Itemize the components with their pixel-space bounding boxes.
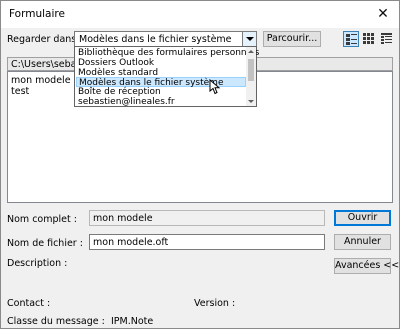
browse-button[interactable]: Parcourir... (263, 31, 321, 47)
description-label: Description : (7, 258, 68, 269)
message-class-value: IPM.Note (111, 316, 154, 327)
file-name-value: mon modele.oft (93, 237, 169, 248)
scroll-thumb[interactable] (248, 59, 254, 81)
file-name-field[interactable]: mon modele.oft (89, 234, 325, 250)
file-name-label: Nom de fichier : (7, 238, 83, 249)
title-bar: Formulaire ✕ (1, 1, 399, 28)
look-in-options-list[interactable]: Bibliothèque des formulaires personnels … (74, 46, 259, 107)
chevron-down-icon[interactable] (242, 32, 256, 46)
look-in-label: Regarder dans : (7, 34, 83, 45)
full-name-value: mon modele (93, 213, 153, 224)
mouse-pointer-icon (209, 79, 221, 95)
look-in-selected: Modèles dans le fichier système (79, 34, 232, 45)
list-item[interactable]: mon modele (11, 75, 71, 86)
full-name-label: Nom complet : (7, 214, 77, 225)
dropdown-option[interactable]: Bibliothèque des formulaires personnels (76, 48, 259, 58)
scroll-down-icon[interactable] (247, 97, 255, 105)
window-title: Formulaire (9, 8, 65, 20)
full-name-field: mon modele (89, 210, 325, 226)
advanced-button[interactable]: Avancées << (334, 258, 399, 274)
form-dialog: Formulaire ✕ Regarder dans : Modèles dan… (0, 0, 400, 329)
version-label: Version : (194, 298, 236, 309)
look-in-dropdown[interactable]: Modèles dans le fichier système (74, 31, 257, 47)
message-class-label: Classe du message : (7, 316, 105, 327)
large-icons-view-icon[interactable] (343, 31, 359, 47)
small-icons-view-icon[interactable] (361, 31, 377, 47)
dropdown-option[interactable]: Dossiers Outlook (76, 58, 246, 68)
dropdown-scrollbar[interactable] (246, 47, 256, 106)
dropdown-option[interactable]: sebastien@lineales.fr (76, 97, 246, 107)
list-item[interactable]: test (11, 86, 29, 97)
contact-label: Contact : (7, 298, 51, 309)
cancel-button[interactable]: Annuler (334, 234, 391, 250)
close-icon[interactable]: ✕ (373, 4, 393, 24)
open-button[interactable]: Ouvrir (334, 210, 391, 226)
details-view-icon[interactable] (379, 31, 395, 47)
scroll-up-icon[interactable] (247, 48, 255, 56)
